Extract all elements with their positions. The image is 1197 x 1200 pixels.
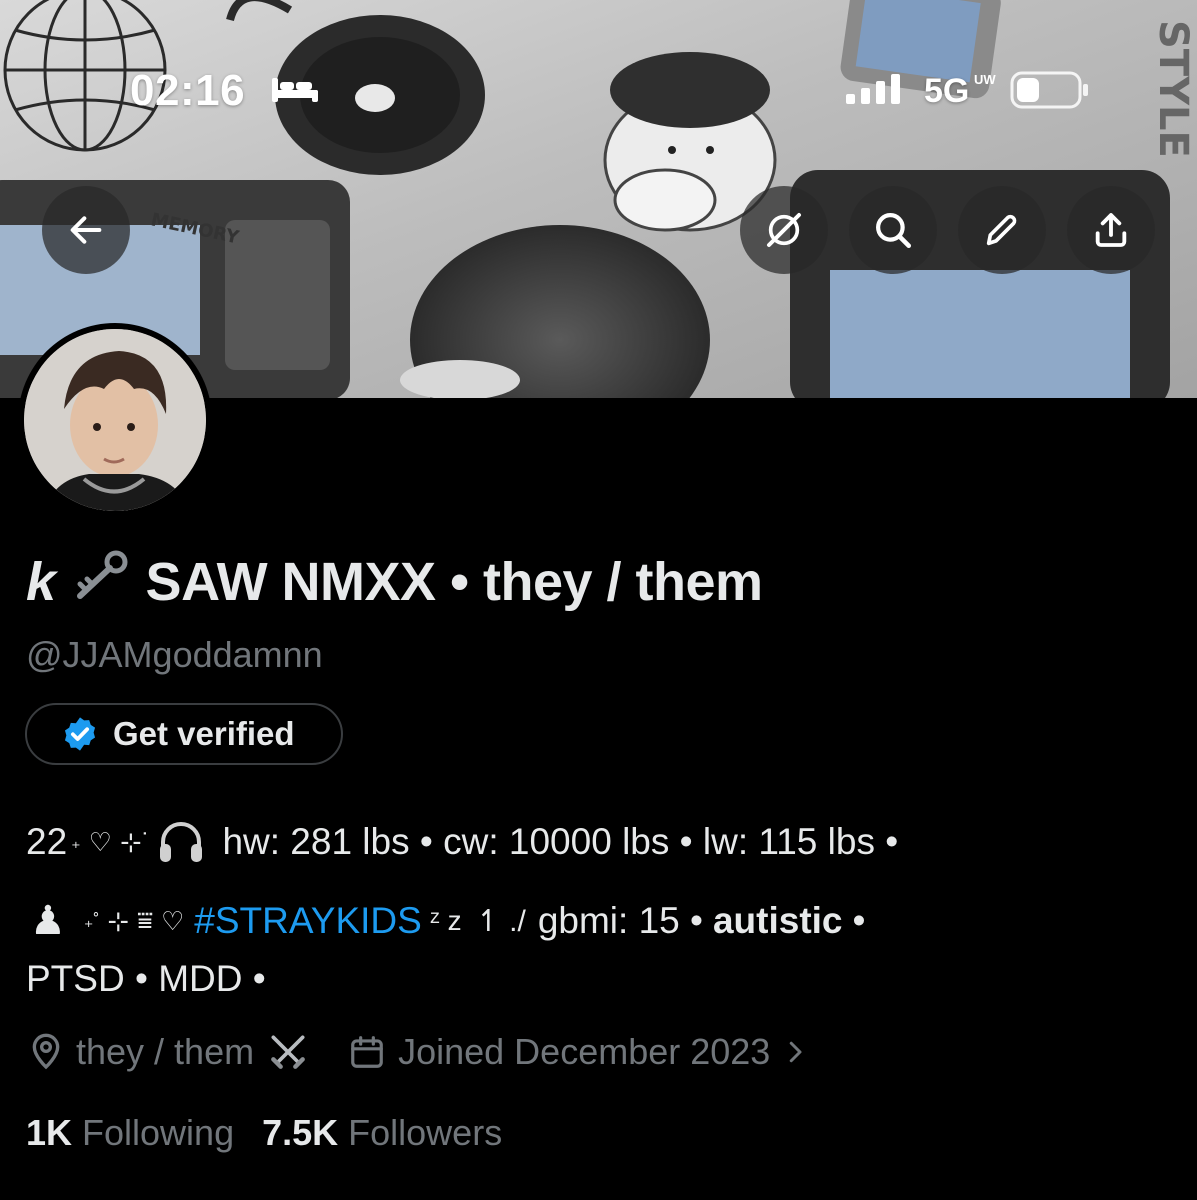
following-link[interactable]: 1K Following <box>26 1112 234 1154</box>
key-icon <box>70 550 128 613</box>
chevron-right-icon <box>790 1041 802 1063</box>
followers-label: Followers <box>348 1112 503 1153</box>
bio-zz: ᶻ z <box>429 905 462 936</box>
share-icon <box>1095 213 1127 247</box>
following-label: Following <box>82 1112 235 1153</box>
bio-bullet: • <box>852 900 866 941</box>
name-prefix: k <box>26 551 56 612</box>
bio-plus-glyph: ₊˚ <box>83 910 100 931</box>
chess-pawn-icon: ♟ <box>30 899 66 943</box>
profile-avatar[interactable] <box>18 323 212 517</box>
following-count: 1K <box>26 1112 73 1153</box>
network-type: 5G <box>924 72 970 110</box>
verified-badge-icon <box>64 717 96 751</box>
bio-line-3: PTSD • MDD • <box>26 958 266 1000</box>
location-text: they / them <box>76 1031 255 1072</box>
display-name: k SAW NMXX • they / them <box>26 550 763 613</box>
followers-count: 7.5K <box>262 1112 339 1153</box>
search-button[interactable] <box>849 186 937 274</box>
location-pin-icon <box>32 1033 60 1070</box>
bio-dash-glyph: ⩸ <box>137 905 153 935</box>
bio-plus-glyph: ₊ <box>71 831 81 852</box>
headphones-icon <box>160 822 203 862</box>
bio-conditions: PTSD • MDD • <box>26 958 266 999</box>
get-verified-label: Get verified <box>113 715 295 752</box>
cellular-signal-icon <box>846 74 900 104</box>
edit-button[interactable] <box>958 186 1046 274</box>
bio-line-1: 22 ₊ ♡ ⊹˙ hw: 281 lbs • cw: 10000 lbs • … <box>26 820 898 864</box>
location-item: they / them <box>26 1030 310 1074</box>
user-handle: @JJAMgoddamnn <box>26 634 323 675</box>
calendar-icon <box>351 1036 383 1068</box>
get-verified-button[interactable]: Get verified <box>25 703 343 765</box>
grok-button[interactable] <box>740 186 828 274</box>
bio-sparkle-glyph: ⊹ <box>107 905 130 936</box>
bio-heart-glyph: ♡ <box>160 905 185 936</box>
hashtag-link[interactable]: #STRAYKIDS <box>194 900 422 942</box>
bio-gbmi: gbmi: 15 • <box>537 900 703 941</box>
joined-text: Joined December 2023 <box>398 1031 771 1072</box>
profile-meta: they / them Joined December 2023 <box>26 1030 810 1074</box>
joined-date-item[interactable]: Joined December 2023 <box>348 1031 810 1073</box>
arrow-left-icon <box>70 216 102 244</box>
crossed-swords-icon <box>271 1035 305 1069</box>
pencil-icon <box>986 214 1017 246</box>
followers-link[interactable]: 7.5K Followers <box>262 1112 502 1154</box>
network-suffix: UW <box>974 72 996 87</box>
bio-sparkle-glyph: ⊹˙ <box>119 826 151 857</box>
profile-banner[interactable]: MEMORY STYLE 02:16 5G UW <box>0 0 1197 398</box>
avatar-image <box>24 329 206 511</box>
avatar-photo <box>24 329 206 511</box>
status-time: 02:16 <box>130 66 246 115</box>
profile-page: MEMORY STYLE 02:16 5G UW k SAW NMXX • th… <box>0 0 1197 1200</box>
bio-bold-text: autistic <box>712 900 843 941</box>
bio-weights: hw: 281 lbs • cw: 10000 lbs • lw: 115 lb… <box>222 821 899 862</box>
bio-moon-glyph: ↿ ./ <box>475 904 526 938</box>
bio-age: 22 <box>26 821 68 862</box>
search-icon <box>876 213 912 249</box>
display-name-text: SAW NMXX • they / them <box>145 551 764 612</box>
battery-icon <box>1010 71 1088 109</box>
follow-counts: 1K Following 7.5K Followers <box>26 1112 502 1154</box>
bio-heart-glyph: ♡ <box>88 826 112 857</box>
bed-icon <box>272 78 318 102</box>
grok-icon <box>767 213 801 247</box>
bio-line-2: ♟ ₊˚ ⊹ ⩸ ♡ #STRAYKIDS ᶻ z ↿ ./ gbmi: 15 … <box>26 898 865 944</box>
back-button[interactable] <box>42 186 130 274</box>
banner-text-style: STYLE <box>1150 20 1196 158</box>
share-button[interactable] <box>1067 186 1155 274</box>
